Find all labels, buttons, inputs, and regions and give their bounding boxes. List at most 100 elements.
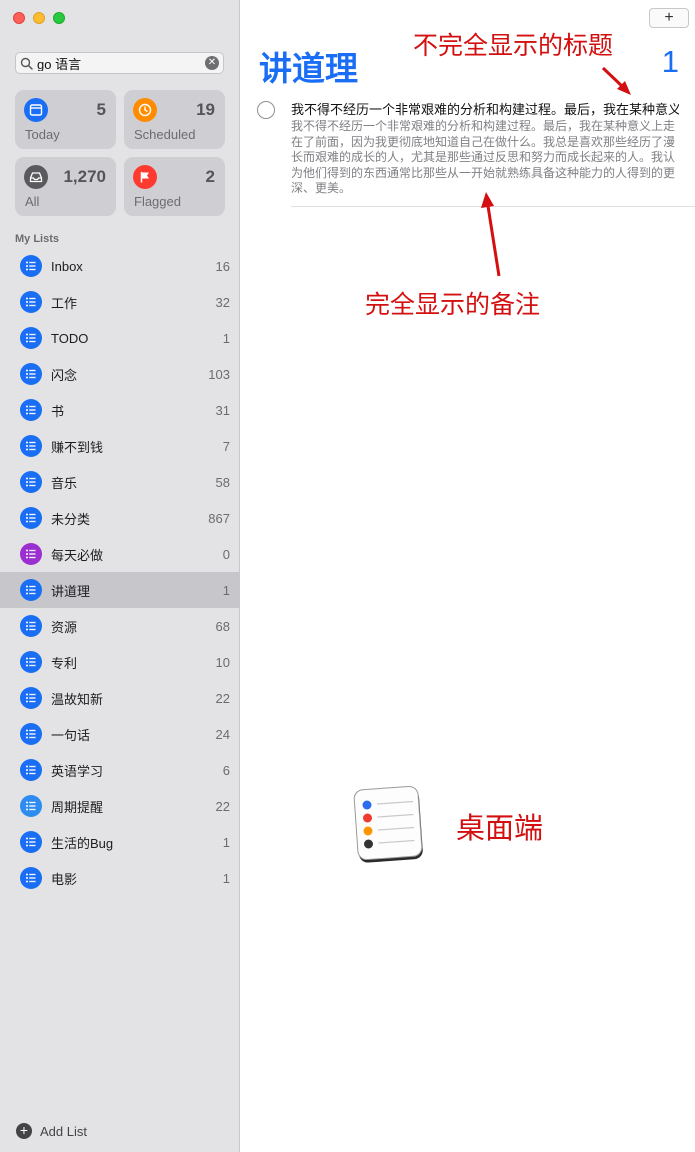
list-bullets-icon — [20, 471, 42, 493]
list-count: 6 — [222, 762, 230, 778]
arrow-to-notes — [486, 205, 501, 277]
list-name: 工作 — [51, 295, 78, 311]
list-bullets-icon — [20, 579, 42, 601]
list-total-count: 1 — [661, 44, 679, 79]
list-count: 16 — [215, 258, 230, 274]
annotation-desktop: 桌面端 — [456, 813, 544, 845]
reminder-body[interactable]: 我不得不经历一个非常艰难的分析和构建过程。最后，我在某种意义上走在了前面，因为我… — [291, 100, 695, 207]
calendar-icon — [24, 98, 48, 122]
list-name: 讲道理 — [51, 583, 91, 599]
list-count: 10 — [215, 654, 230, 670]
sidebar-list-item[interactable]: 周期提醒 22 — [0, 788, 240, 824]
sidebar-list-item[interactable]: 专利 10 — [0, 644, 240, 680]
smart-list-scheduled[interactable]: 19 Scheduled — [124, 90, 225, 149]
list-name: 书 — [51, 403, 65, 419]
sidebar-list-item[interactable]: Inbox 16 — [0, 248, 240, 284]
smart-lists: 5 Today 19 Scheduled 1,270 All 2 Flagged — [15, 90, 225, 216]
list-name: 专利 — [51, 655, 78, 671]
list-name: 英语学习 — [51, 763, 104, 779]
sidebar-list-item[interactable]: 电影 1 — [0, 860, 240, 896]
smart-list-flagged[interactable]: 2 Flagged — [124, 157, 225, 216]
sidebar-list-item[interactable]: 生活的Bug 1 — [0, 824, 240, 860]
annotation-title-truncated: 不完全显示的标题 — [413, 32, 614, 60]
sidebar-list-item[interactable]: TODO 1 — [0, 320, 240, 356]
add-list-button[interactable]: + Add List — [16, 1123, 87, 1139]
list-name: 温故知新 — [51, 691, 104, 707]
list-bullets-icon — [20, 867, 42, 889]
list-name: 生活的Bug — [51, 835, 114, 851]
sidebar-list-item[interactable]: 闪念 103 — [0, 356, 240, 392]
sidebar-list-item[interactable]: 资源 68 — [0, 608, 240, 644]
list-title: 讲道理 — [259, 50, 358, 87]
flagged-label: Flagged — [134, 194, 181, 209]
arrow-to-title — [601, 66, 626, 90]
list-name: TODO — [51, 330, 89, 346]
scheduled-label: Scheduled — [134, 127, 196, 142]
sidebar-list-item[interactable]: 工作 32 — [0, 284, 240, 320]
list-name: 资源 — [51, 619, 78, 635]
list-count: 1 — [222, 870, 230, 886]
list-bullets-icon — [20, 363, 42, 385]
sidebar-list-item[interactable]: 每天必做 0 — [0, 536, 240, 572]
list-bullets-icon — [20, 543, 42, 565]
list-count: 103 — [208, 366, 230, 382]
list-count: 1 — [222, 330, 230, 346]
reminder-notes[interactable]: 我不得不经历一个非常艰难的分析和构建过程。最后，我在某种意义上走在了前面，因为我… — [291, 119, 675, 197]
reminder-item[interactable]: 我不得不经历一个非常艰难的分析和构建过程。最后，我在某种意义上走在了前面，因为我… — [257, 100, 695, 207]
reminder-title[interactable]: 我不得不经历一个非常艰难的分析和构建过程。最后，我在某种意义上走在了前面，因为我… — [291, 100, 679, 119]
list-count: 1 — [222, 834, 230, 850]
list-name: 一句话 — [51, 727, 91, 743]
list-bullets-icon — [20, 291, 42, 313]
sidebar-list-item[interactable]: 书 31 — [0, 392, 240, 428]
minimize-window-button[interactable] — [33, 12, 45, 24]
annotation-notes-full: 完全显示的备注 — [365, 291, 541, 319]
sidebar-list-item[interactable]: 未分类 867 — [0, 500, 240, 536]
sidebar-list-item[interactable]: 一句话 24 — [0, 716, 240, 752]
all-label: All — [25, 194, 40, 209]
list-count: 58 — [215, 474, 230, 490]
list-bullets-icon — [20, 255, 42, 277]
list-name: Inbox — [51, 258, 83, 274]
close-window-button[interactable] — [13, 12, 25, 24]
reminders-app-icon — [353, 785, 423, 863]
plus-circle-icon: + — [16, 1123, 32, 1139]
search-input[interactable] — [37, 55, 205, 71]
arrowhead-title — [617, 81, 631, 95]
sidebar-list-item[interactable]: 讲道理 1 — [0, 572, 240, 608]
scheduled-count: 19 — [196, 100, 215, 119]
list-count: 24 — [215, 726, 230, 742]
user-lists: Inbox 16 工作 32 TODO 1 闪念 103 书 31 赚不到钱 7 音乐 58 未分类 867 每… — [0, 248, 240, 896]
list-count: 867 — [208, 510, 230, 526]
search-field[interactable]: ✕ — [15, 52, 224, 74]
list-count: 31 — [215, 402, 230, 418]
smart-list-today[interactable]: 5 Today — [15, 90, 116, 149]
list-bullets-icon — [20, 615, 42, 637]
list-count: 1 — [222, 582, 230, 598]
list-bullets-icon — [20, 687, 42, 709]
tray-icon — [24, 165, 48, 189]
list-name: 周期提醒 — [51, 799, 104, 815]
smart-list-all[interactable]: 1,270 All — [15, 157, 116, 216]
clear-search-icon[interactable]: ✕ — [205, 56, 219, 70]
list-name: 赚不到钱 — [51, 439, 104, 455]
list-name: 每天必做 — [51, 547, 104, 563]
add-reminder-button[interactable]: + — [649, 8, 689, 28]
list-count: 0 — [222, 546, 230, 562]
sidebar-list-item[interactable]: 音乐 58 — [0, 464, 240, 500]
reminder-checkbox[interactable] — [257, 101, 275, 119]
today-label: Today — [25, 127, 60, 142]
add-list-label: Add List — [40, 1123, 87, 1139]
list-bullets-icon — [20, 507, 42, 529]
list-name: 音乐 — [51, 475, 78, 491]
sidebar-list-item[interactable]: 赚不到钱 7 — [0, 428, 240, 464]
sidebar-list-item[interactable]: 英语学习 6 — [0, 752, 240, 788]
list-bullets-icon — [20, 399, 42, 421]
list-bullets-icon — [20, 831, 42, 853]
zoom-window-button[interactable] — [53, 12, 65, 24]
list-count: 32 — [215, 294, 230, 310]
search-icon — [20, 57, 33, 70]
today-count: 5 — [96, 100, 106, 119]
list-bullets-icon — [20, 435, 42, 457]
main-pane: + 讲道理 1 不完全显示的标题 我不得不经历一个非常艰难的分析和构建过程。最后… — [241, 0, 695, 1152]
sidebar-list-item[interactable]: 温故知新 22 — [0, 680, 240, 716]
